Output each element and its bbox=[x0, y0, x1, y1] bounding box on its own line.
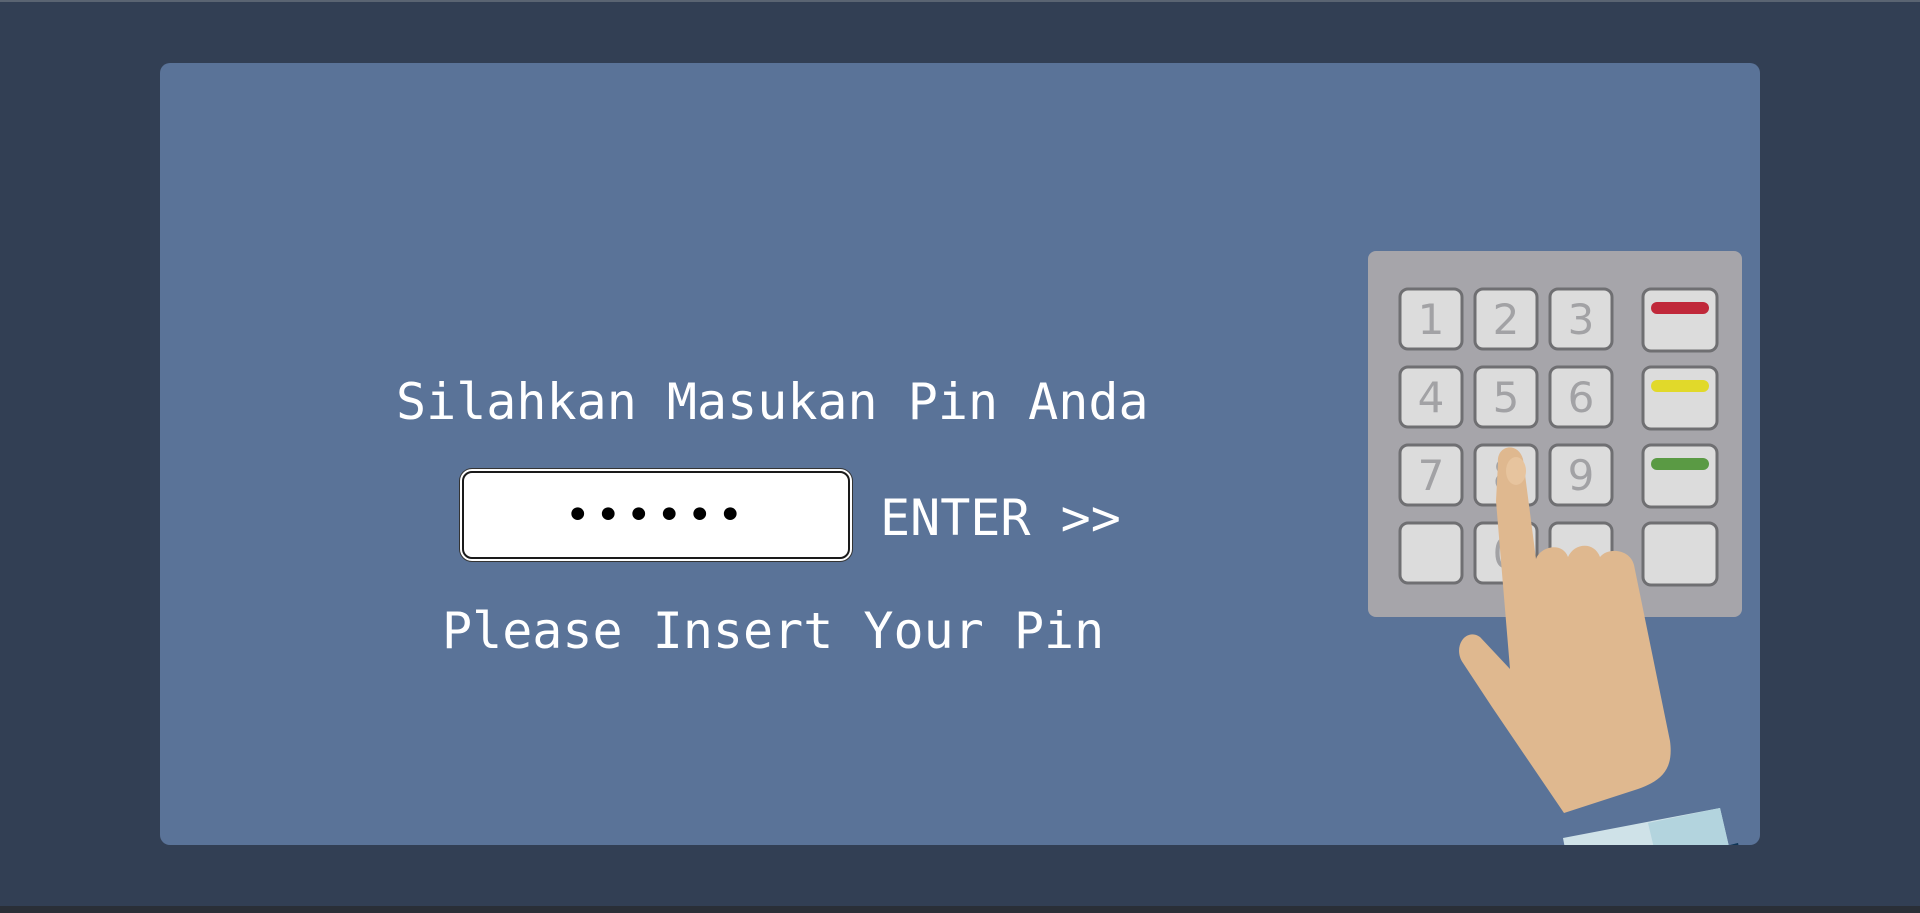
keypad-function-key bbox=[1641, 443, 1719, 509]
page-subtitle: Please Insert Your Pin bbox=[442, 602, 1105, 660]
keypad-key: 7 bbox=[1398, 443, 1464, 507]
window-top-border bbox=[0, 0, 1920, 2]
function-key-indicator bbox=[1651, 458, 1709, 470]
function-key-indicator bbox=[1651, 380, 1709, 392]
keypad-key-label: 2 bbox=[1493, 295, 1520, 344]
pin-input[interactable] bbox=[462, 471, 850, 559]
keypad-key-label: 5 bbox=[1493, 373, 1520, 422]
keypad-key: 5 bbox=[1473, 365, 1539, 429]
atm-keypad-illustration: 1234567890 bbox=[1368, 251, 1742, 845]
page-title: Silahkan Masukan Pin Anda bbox=[396, 373, 1149, 431]
keypad-key-label: 9 bbox=[1568, 451, 1595, 500]
function-key-indicator bbox=[1651, 302, 1709, 314]
keypad-key: 3 bbox=[1548, 287, 1614, 351]
keypad-key-label: 1 bbox=[1418, 295, 1445, 344]
keypad-key: 4 bbox=[1398, 365, 1464, 429]
keypad-key-label: 6 bbox=[1568, 373, 1595, 422]
keypad-function-key bbox=[1641, 365, 1719, 431]
keypad-function-key bbox=[1641, 287, 1719, 353]
keypad-key: 2 bbox=[1473, 287, 1539, 351]
fingertip-icon bbox=[1506, 457, 1526, 485]
keypad-key: 9 bbox=[1548, 443, 1614, 507]
keypad-key bbox=[1398, 521, 1464, 585]
keypad-key-label: 3 bbox=[1568, 295, 1595, 344]
atm-screen-panel: Silahkan Masukan Pin Anda ENTER >> Pleas… bbox=[160, 63, 1760, 845]
keypad-key-label: 7 bbox=[1418, 451, 1445, 500]
keypad-key: 6 bbox=[1548, 365, 1614, 429]
window-bottom-border bbox=[0, 906, 1920, 913]
enter-button[interactable]: ENTER >> bbox=[880, 483, 1121, 553]
keypad-function-key bbox=[1641, 521, 1719, 587]
keypad-key: 1 bbox=[1398, 287, 1464, 351]
keypad-key-label: 4 bbox=[1418, 373, 1445, 422]
